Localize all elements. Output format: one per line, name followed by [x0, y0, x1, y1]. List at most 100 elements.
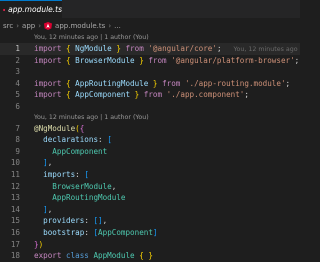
code-token: from — [162, 78, 181, 88]
code-line[interactable]: 11 imports: [ — [0, 169, 300, 181]
angular-icon — [44, 22, 53, 30]
code-line[interactable]: 10 ], — [0, 157, 300, 169]
code-line[interactable]: 5 import { AppComponent } from './app.com… — [0, 89, 300, 101]
code-token: ] — [152, 227, 158, 237]
code-token: AppComponent — [75, 90, 131, 100]
code-text: providers: [], — [34, 215, 107, 227]
code-token: from — [143, 90, 163, 100]
line-number: 14 — [10, 204, 20, 214]
code-line[interactable]: 6 — [0, 101, 300, 113]
code-text: ], — [34, 204, 52, 216]
code-line[interactable]: 18 export class AppModule { } — [0, 250, 300, 262]
code-text: BrowserModule, — [34, 181, 116, 193]
code-line[interactable]: 3 — [0, 66, 300, 78]
code-token: @NgModule — [34, 123, 76, 133]
code-text: import { BrowserModule } from '@angular/… — [34, 55, 299, 67]
code-token: [ — [107, 135, 112, 145]
line-number: 7 — [15, 123, 20, 133]
code-line[interactable]: 15 providers: [], — [0, 215, 300, 227]
line-number: 13 — [10, 193, 20, 203]
code-line[interactable]: 4 import { AppRoutingModule } from './app… — [0, 78, 300, 90]
code-line[interactable]: 12 BrowserModule, — [0, 181, 300, 193]
line-number: 17 — [10, 239, 20, 249]
code-line[interactable]: 17}) — [0, 239, 300, 251]
line-number: 18 — [10, 251, 20, 261]
code-text: imports: [ — [34, 169, 89, 181]
line-number: 9 — [15, 146, 20, 156]
code-line[interactable]: 14 ], — [0, 204, 300, 216]
code-token: '@angular/platform-browser' — [171, 55, 295, 65]
code-text: import { AppComponent } from './app.comp… — [34, 89, 249, 101]
breadcrumb-src[interactable]: src — [3, 22, 13, 30]
code-token: [ — [84, 169, 89, 179]
line-number: 11 — [10, 169, 20, 179]
code-token: ; — [244, 90, 249, 100]
line-number: 10 — [10, 158, 20, 168]
code-line[interactable]: 13 AppRoutingModule — [0, 192, 300, 204]
code-token: ; — [285, 78, 291, 88]
code-text: export class AppModule { } — [34, 250, 153, 262]
inline-blame: You, 12 minutes ago — [233, 46, 298, 53]
code-editor[interactable]: You, 12 minutes ago | 1 author (You) 1 im… — [0, 33, 300, 262]
codelens-blame-middle[interactable]: You, 12 minutes ago | 1 author (You) — [0, 113, 300, 123]
line-number: 6 — [15, 101, 20, 111]
code-token: declarations — [43, 135, 99, 145]
chevron-right-icon: › — [108, 22, 112, 30]
code-token: : — [75, 169, 85, 179]
code-token: './app.component' — [166, 90, 245, 100]
tab-app-module[interactable]: app.module.ts — [0, 0, 62, 18]
code-line[interactable]: 16 bootstrap: [AppComponent] — [0, 227, 300, 239]
chevron-right-icon: › — [16, 22, 20, 30]
codelens-blame-top[interactable]: You, 12 minutes ago | 1 author (You) — [0, 33, 300, 43]
code-token: } — [148, 251, 153, 261]
line-number: 8 — [15, 135, 20, 145]
chevron-right-icon: › — [38, 22, 42, 30]
code-token: ; — [216, 44, 222, 53]
code-token: from — [125, 44, 144, 53]
code-line[interactable]: 9 AppComponent — [0, 146, 300, 158]
code-token: ; — [294, 55, 300, 65]
code-token: AppComponent — [98, 227, 153, 237]
tab-label: app.module.ts — [8, 5, 62, 14]
code-text: AppComponent — [34, 146, 107, 158]
line-number: 15 — [10, 216, 20, 226]
line-number: 4 — [15, 78, 20, 88]
breadcrumb-file[interactable]: app.module.ts — [44, 22, 105, 30]
code-line[interactable]: 2 import { BrowserModule } from '@angular… — [0, 55, 300, 67]
code-token: AppRoutingModule — [52, 193, 126, 203]
code-line[interactable]: 8 declarations: [ — [0, 134, 300, 146]
line-number: 5 — [15, 90, 20, 100]
code-text: }) — [34, 239, 43, 251]
code-token: import — [34, 55, 62, 65]
code-token: '@angular/core' — [148, 44, 217, 53]
code-token: BrowserModule — [75, 55, 135, 65]
code-text: AppRoutingModule — [34, 192, 125, 204]
code-text: ], — [34, 157, 52, 169]
code-text: bootstrap: [AppComponent] — [34, 227, 158, 239]
line-number: 2 — [15, 55, 20, 65]
code-token: NgModule — [75, 44, 112, 53]
code-line[interactable]: 1 import { NgModule } from '@angular/core… — [0, 43, 300, 55]
code-token: { — [79, 123, 85, 133]
code-token: import — [34, 44, 62, 53]
code-token: import — [34, 90, 62, 100]
breadcrumb-app[interactable]: app — [22, 22, 35, 30]
code-token: AppModule — [93, 251, 135, 261]
code-token: from — [148, 55, 167, 65]
code-token: AppRoutingModule — [75, 78, 149, 88]
code-token: imports — [43, 169, 76, 179]
code-token: import — [34, 78, 62, 88]
code-line[interactable]: 7 @NgModule({ — [0, 123, 300, 135]
breadcrumb-more[interactable]: ... — [114, 22, 121, 30]
code-token: AppComponent — [52, 146, 108, 156]
code-token: , — [111, 181, 117, 191]
angular-icon — [3, 8, 6, 11]
